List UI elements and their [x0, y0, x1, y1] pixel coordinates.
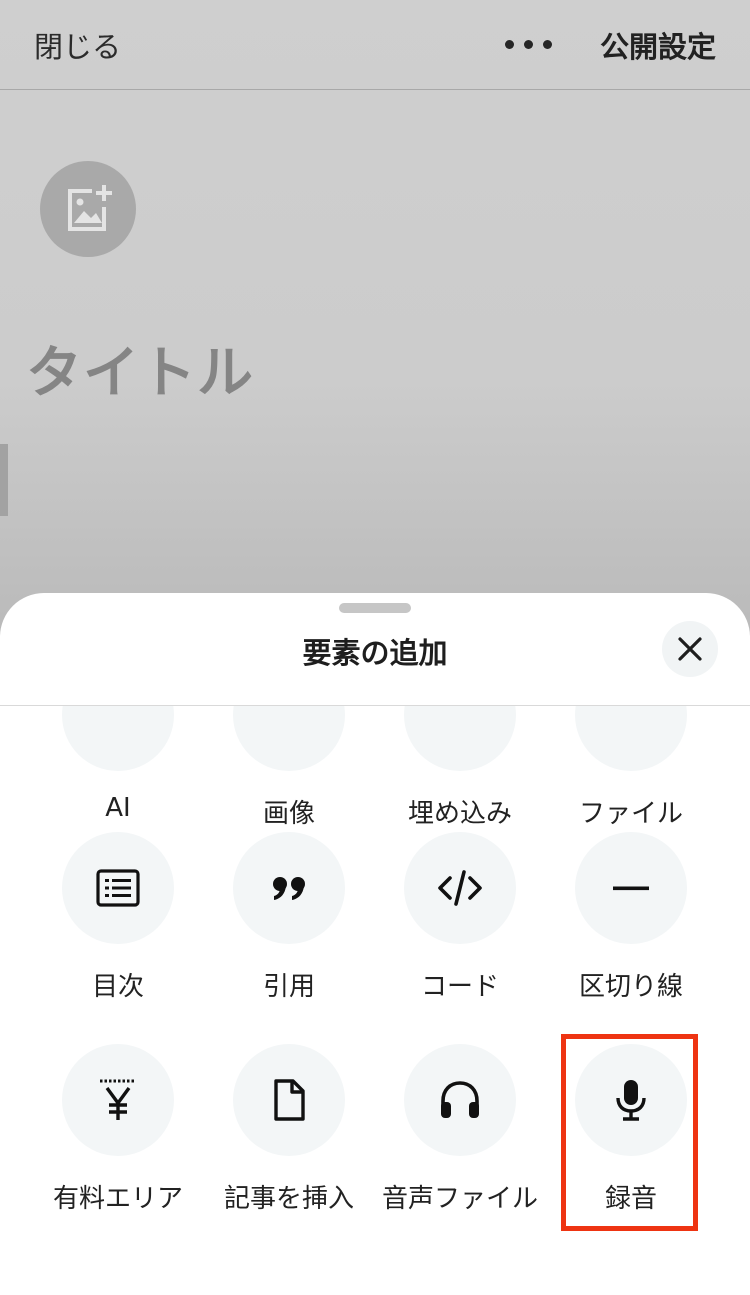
yen-icon — [100, 1079, 136, 1120]
quote-icon — [273, 877, 305, 900]
text-cursor-bar — [0, 444, 8, 516]
paid-area-icon-circle — [62, 1044, 174, 1156]
element-label: 録音 — [604, 1184, 657, 1214]
file-icon — [575, 706, 687, 771]
audio-file-icon-circle — [404, 1044, 516, 1156]
ai-icon — [62, 706, 174, 771]
publish-settings-button[interactable]: 公開設定 — [600, 24, 716, 66]
sheet-title: 要素の追加 — [302, 636, 448, 670]
document-icon — [274, 1079, 305, 1121]
more-horizontal-icon[interactable] — [505, 40, 553, 50]
quote-icon-circle — [233, 832, 345, 944]
microphone-icon — [616, 1080, 646, 1121]
image-add-button[interactable] — [40, 161, 136, 257]
divider-line-icon — [613, 886, 649, 891]
toc-icon-circle — [62, 832, 174, 944]
divider-icon-circle — [575, 832, 687, 944]
code-icon — [438, 870, 482, 906]
record-icon-circle — [575, 1044, 687, 1156]
insert-article-icon-circle — [233, 1044, 345, 1156]
add-element-sheet: 要素の追加 AI 画像 埋め込み ファイル 目次 引用 コード 区切り線 有料エ… — [0, 593, 750, 1295]
image-icon — [233, 706, 345, 771]
element-label: ファイル — [578, 799, 683, 829]
list-icon — [96, 869, 140, 907]
code-icon-circle — [404, 832, 516, 944]
image-add-icon — [68, 185, 112, 231]
top-bar: 閉じる 公開設定 — [0, 0, 750, 90]
drag-handle[interactable] — [339, 603, 411, 613]
title-placeholder[interactable]: タイトル — [26, 328, 254, 409]
close-sheet-button[interactable] — [662, 621, 718, 677]
close-icon — [678, 637, 702, 661]
close-button[interactable]: 閉じる — [34, 24, 121, 66]
headphones-icon — [441, 1081, 479, 1118]
element-label: 区切り線 — [578, 972, 683, 1002]
embed-icon — [404, 706, 516, 771]
element-grid: AI 画像 埋め込み ファイル 目次 引用 コード 区切り線 有料エリア 記事を… — [0, 706, 750, 1295]
